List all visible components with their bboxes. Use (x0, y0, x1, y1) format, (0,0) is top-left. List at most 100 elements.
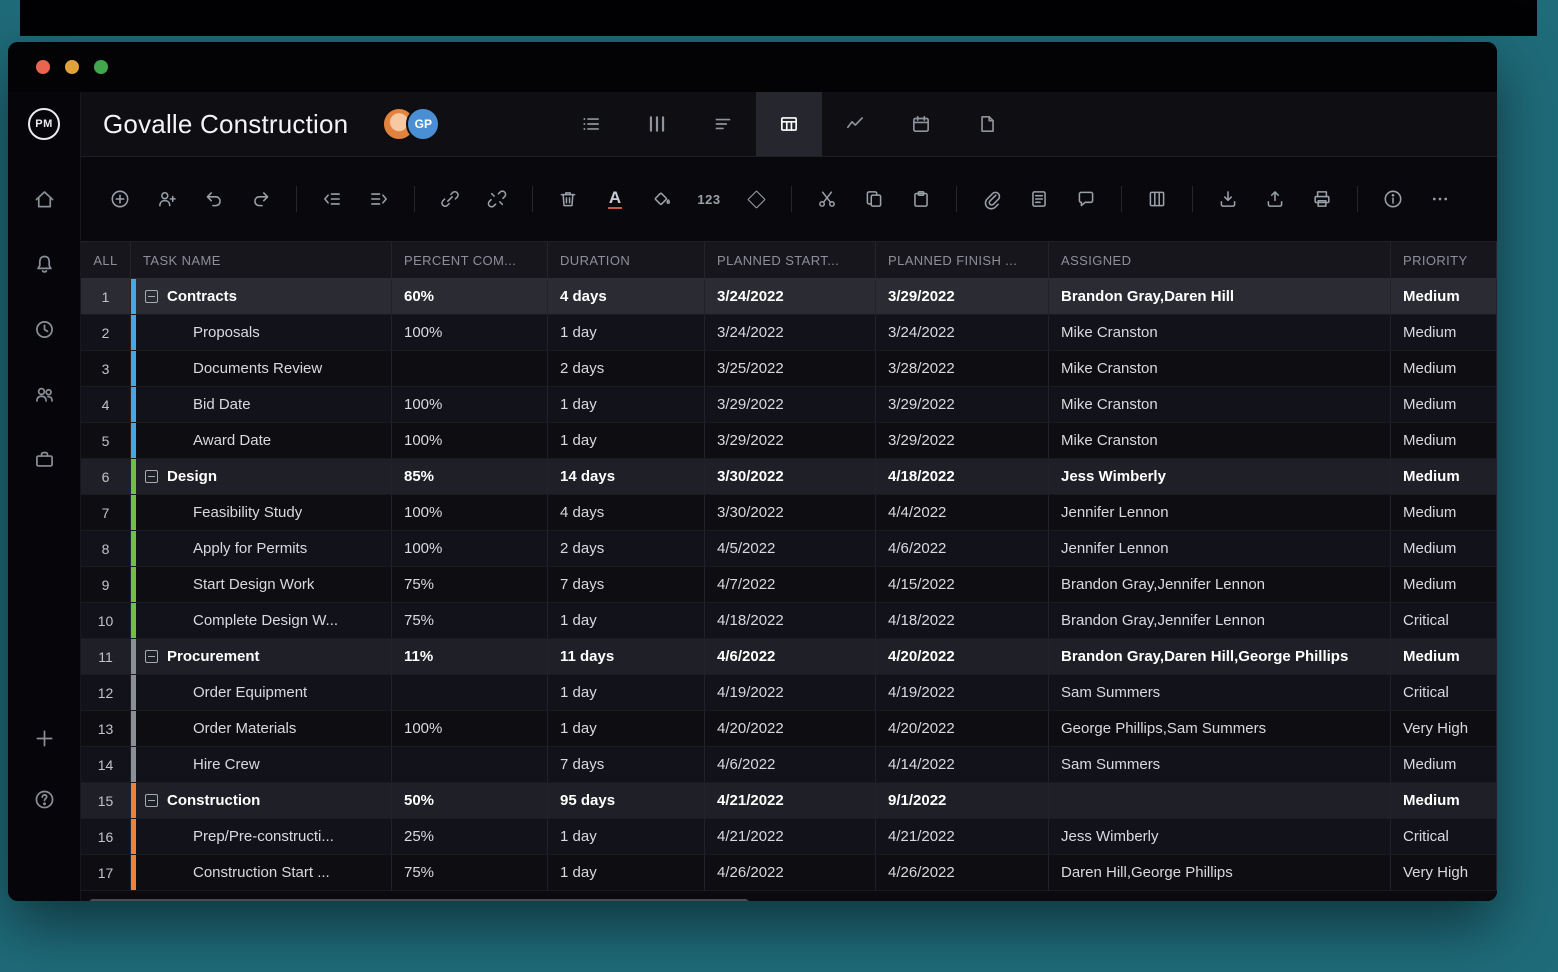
priority-cell[interactable]: Medium (1391, 387, 1497, 422)
task-name-cell[interactable]: Apply for Permits (131, 531, 392, 566)
sidebar-item-alerts[interactable] (33, 253, 56, 276)
duration-cell[interactable]: 14 days (548, 459, 705, 494)
sidebar-item-portfolio[interactable] (33, 448, 56, 471)
planned-start-cell[interactable]: 4/20/2022 (705, 711, 876, 746)
scrollbar-thumb[interactable] (89, 899, 749, 901)
priority-cell[interactable]: Critical (1391, 819, 1497, 854)
planned-finish-cell[interactable]: 4/14/2022 (876, 747, 1049, 782)
planned-finish-cell[interactable]: 3/29/2022 (876, 279, 1049, 314)
planned-finish-cell[interactable]: 4/20/2022 (876, 711, 1049, 746)
planned-finish-cell[interactable]: 4/15/2022 (876, 567, 1049, 602)
task-name-cell[interactable]: Bid Date (131, 387, 392, 422)
pm-logo[interactable]: PM (28, 108, 60, 140)
more-button[interactable] (1419, 178, 1461, 220)
percent-complete-cell[interactable]: 100% (392, 531, 548, 566)
percent-complete-cell[interactable]: 100% (392, 315, 548, 350)
percent-complete-cell[interactable] (392, 675, 548, 710)
table-row[interactable]: 11 Procurement 11% 11 days 4/6/2022 4/20… (81, 639, 1497, 675)
attach-button[interactable] (971, 178, 1013, 220)
tab-calendar-view[interactable] (888, 92, 954, 156)
column-header-priority[interactable]: PRIORITY (1391, 242, 1497, 278)
duration-cell[interactable]: 7 days (548, 747, 705, 782)
task-name-cell[interactable]: Hire Crew (131, 747, 392, 782)
priority-cell[interactable]: Critical (1391, 603, 1497, 638)
table-row[interactable]: 2 Proposals 100% 1 day 3/24/2022 3/24/20… (81, 315, 1497, 351)
duration-cell[interactable]: 7 days (548, 567, 705, 602)
table-row[interactable]: 6 Design 85% 14 days 3/30/2022 4/18/2022… (81, 459, 1497, 495)
notes-button[interactable] (1018, 178, 1060, 220)
planned-start-cell[interactable]: 4/6/2022 (705, 747, 876, 782)
tab-table-view[interactable] (756, 92, 822, 156)
outdent-button[interactable] (311, 178, 353, 220)
sidebar-help-button[interactable] (33, 788, 56, 811)
percent-complete-cell[interactable]: 60% (392, 279, 548, 314)
duration-cell[interactable]: 1 day (548, 855, 705, 890)
planned-finish-cell[interactable]: 4/21/2022 (876, 819, 1049, 854)
duration-cell[interactable]: 1 day (548, 315, 705, 350)
assigned-cell[interactable]: Mike Cranston (1049, 351, 1391, 386)
planned-finish-cell[interactable]: 4/18/2022 (876, 459, 1049, 494)
assigned-cell[interactable]: Brandon Gray,Jennifer Lennon (1049, 603, 1391, 638)
planned-start-cell[interactable]: 3/30/2022 (705, 459, 876, 494)
planned-start-cell[interactable]: 3/25/2022 (705, 351, 876, 386)
assigned-cell[interactable]: Brandon Gray,Jennifer Lennon (1049, 567, 1391, 602)
duration-cell[interactable]: 1 day (548, 675, 705, 710)
indent-button[interactable] (358, 178, 400, 220)
collapse-icon[interactable] (145, 650, 158, 663)
priority-cell[interactable]: Medium (1391, 495, 1497, 530)
member-avatar-initials[interactable]: GP (406, 107, 440, 141)
export-button[interactable] (1254, 178, 1296, 220)
percent-complete-cell[interactable]: 75% (392, 855, 548, 890)
column-header-all[interactable]: ALL (81, 242, 131, 278)
percent-complete-cell[interactable]: 75% (392, 603, 548, 638)
assigned-cell[interactable]: Sam Summers (1049, 675, 1391, 710)
percent-complete-cell[interactable]: 100% (392, 711, 548, 746)
planned-finish-cell[interactable]: 4/4/2022 (876, 495, 1049, 530)
comment-button[interactable] (1065, 178, 1107, 220)
percent-complete-cell[interactable]: 100% (392, 495, 548, 530)
planned-finish-cell[interactable]: 3/28/2022 (876, 351, 1049, 386)
planned-start-cell[interactable]: 4/5/2022 (705, 531, 876, 566)
table-row[interactable]: 17 Construction Start ... 75% 1 day 4/26… (81, 855, 1497, 891)
planned-start-cell[interactable]: 3/24/2022 (705, 315, 876, 350)
task-name-cell[interactable]: Order Equipment (131, 675, 392, 710)
duration-cell[interactable]: 1 day (548, 387, 705, 422)
planned-start-cell[interactable]: 4/26/2022 (705, 855, 876, 890)
duration-cell[interactable]: 1 day (548, 711, 705, 746)
task-name-cell[interactable]: Procurement (131, 639, 392, 674)
import-button[interactable] (1207, 178, 1249, 220)
planned-finish-cell[interactable]: 4/20/2022 (876, 639, 1049, 674)
planned-start-cell[interactable]: 3/29/2022 (705, 387, 876, 422)
percent-complete-cell[interactable]: 11% (392, 639, 548, 674)
planned-start-cell[interactable]: 3/30/2022 (705, 495, 876, 530)
assigned-cell[interactable]: Brandon Gray,Daren Hill,George Phillips (1049, 639, 1391, 674)
delete-button[interactable] (547, 178, 589, 220)
sidebar-add-button[interactable] (33, 727, 56, 750)
table-row[interactable]: 15 Construction 50% 95 days 4/21/2022 9/… (81, 783, 1497, 819)
info-button[interactable] (1372, 178, 1414, 220)
planned-start-cell[interactable]: 3/29/2022 (705, 423, 876, 458)
planned-finish-cell[interactable]: 9/1/2022 (876, 783, 1049, 818)
task-name-cell[interactable]: Construction (131, 783, 392, 818)
percent-complete-cell[interactable]: 85% (392, 459, 548, 494)
percent-complete-cell[interactable]: 100% (392, 423, 548, 458)
priority-cell[interactable]: Medium (1391, 747, 1497, 782)
assigned-cell[interactable]: Sam Summers (1049, 747, 1391, 782)
paste-button[interactable] (900, 178, 942, 220)
priority-cell[interactable]: Critical (1391, 675, 1497, 710)
zoom-button[interactable] (94, 60, 108, 74)
priority-cell[interactable]: Very High (1391, 711, 1497, 746)
assigned-cell[interactable]: George Phillips,Sam Summers (1049, 711, 1391, 746)
undo-button[interactable] (193, 178, 235, 220)
table-row[interactable]: 10 Complete Design W... 75% 1 day 4/18/2… (81, 603, 1497, 639)
assigned-cell[interactable]: Jess Wimberly (1049, 819, 1391, 854)
duration-cell[interactable]: 4 days (548, 495, 705, 530)
column-header-percent-complete[interactable]: PERCENT COM... (392, 242, 548, 278)
planned-finish-cell[interactable]: 3/29/2022 (876, 423, 1049, 458)
tab-board-view[interactable] (624, 92, 690, 156)
column-header-assigned[interactable]: ASSIGNED (1049, 242, 1391, 278)
font-color-button[interactable]: A (594, 178, 636, 220)
percent-complete-cell[interactable]: 75% (392, 567, 548, 602)
fill-color-button[interactable] (641, 178, 683, 220)
task-name-cell[interactable]: Construction Start ... (131, 855, 392, 890)
